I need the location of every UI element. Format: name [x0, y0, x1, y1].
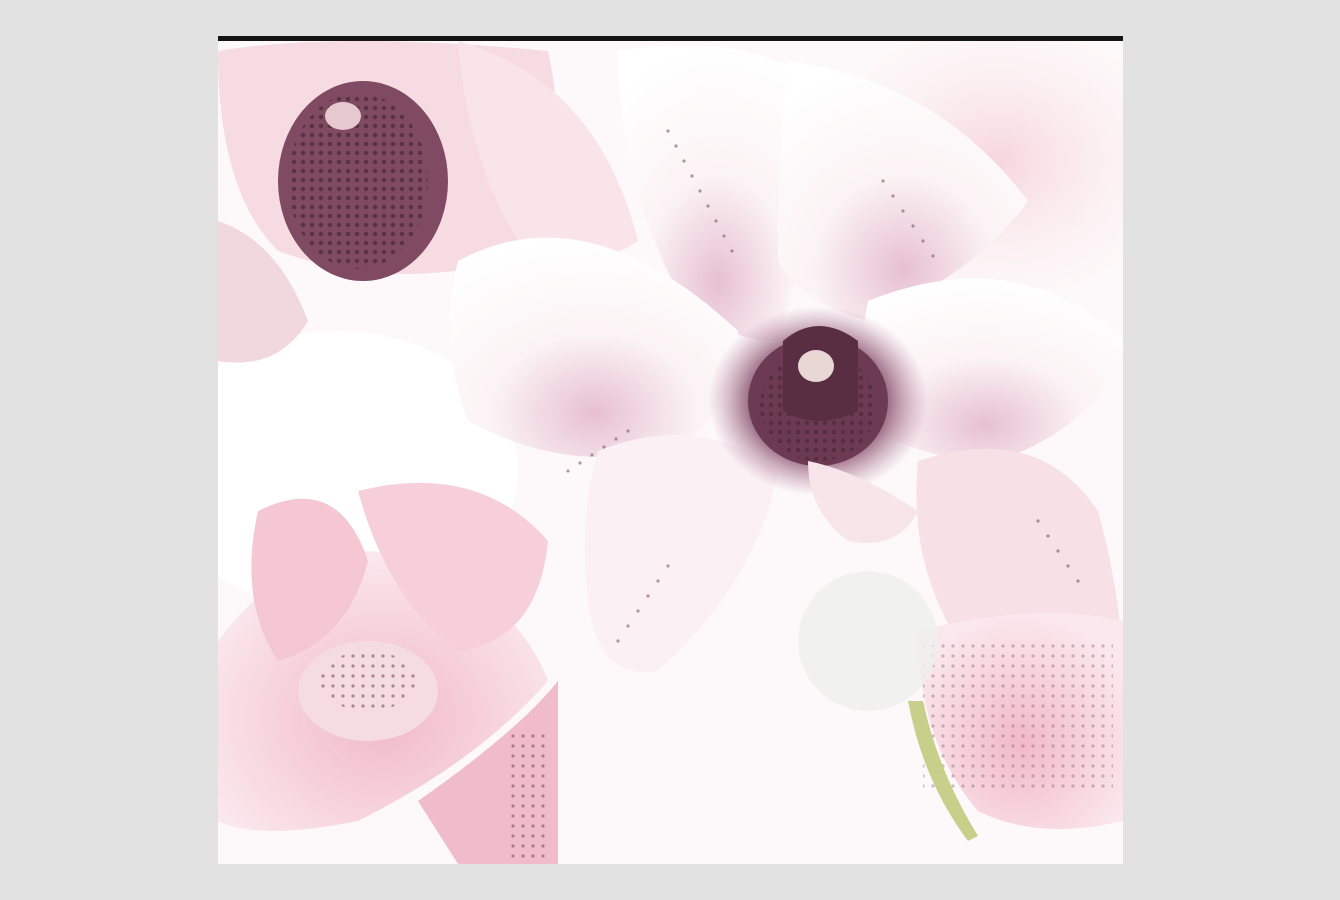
- orchid-photo: [218, 41, 1123, 864]
- image-frame: [218, 36, 1123, 864]
- frame-top-bar: [218, 36, 1123, 41]
- image-viewer: [0, 0, 1340, 900]
